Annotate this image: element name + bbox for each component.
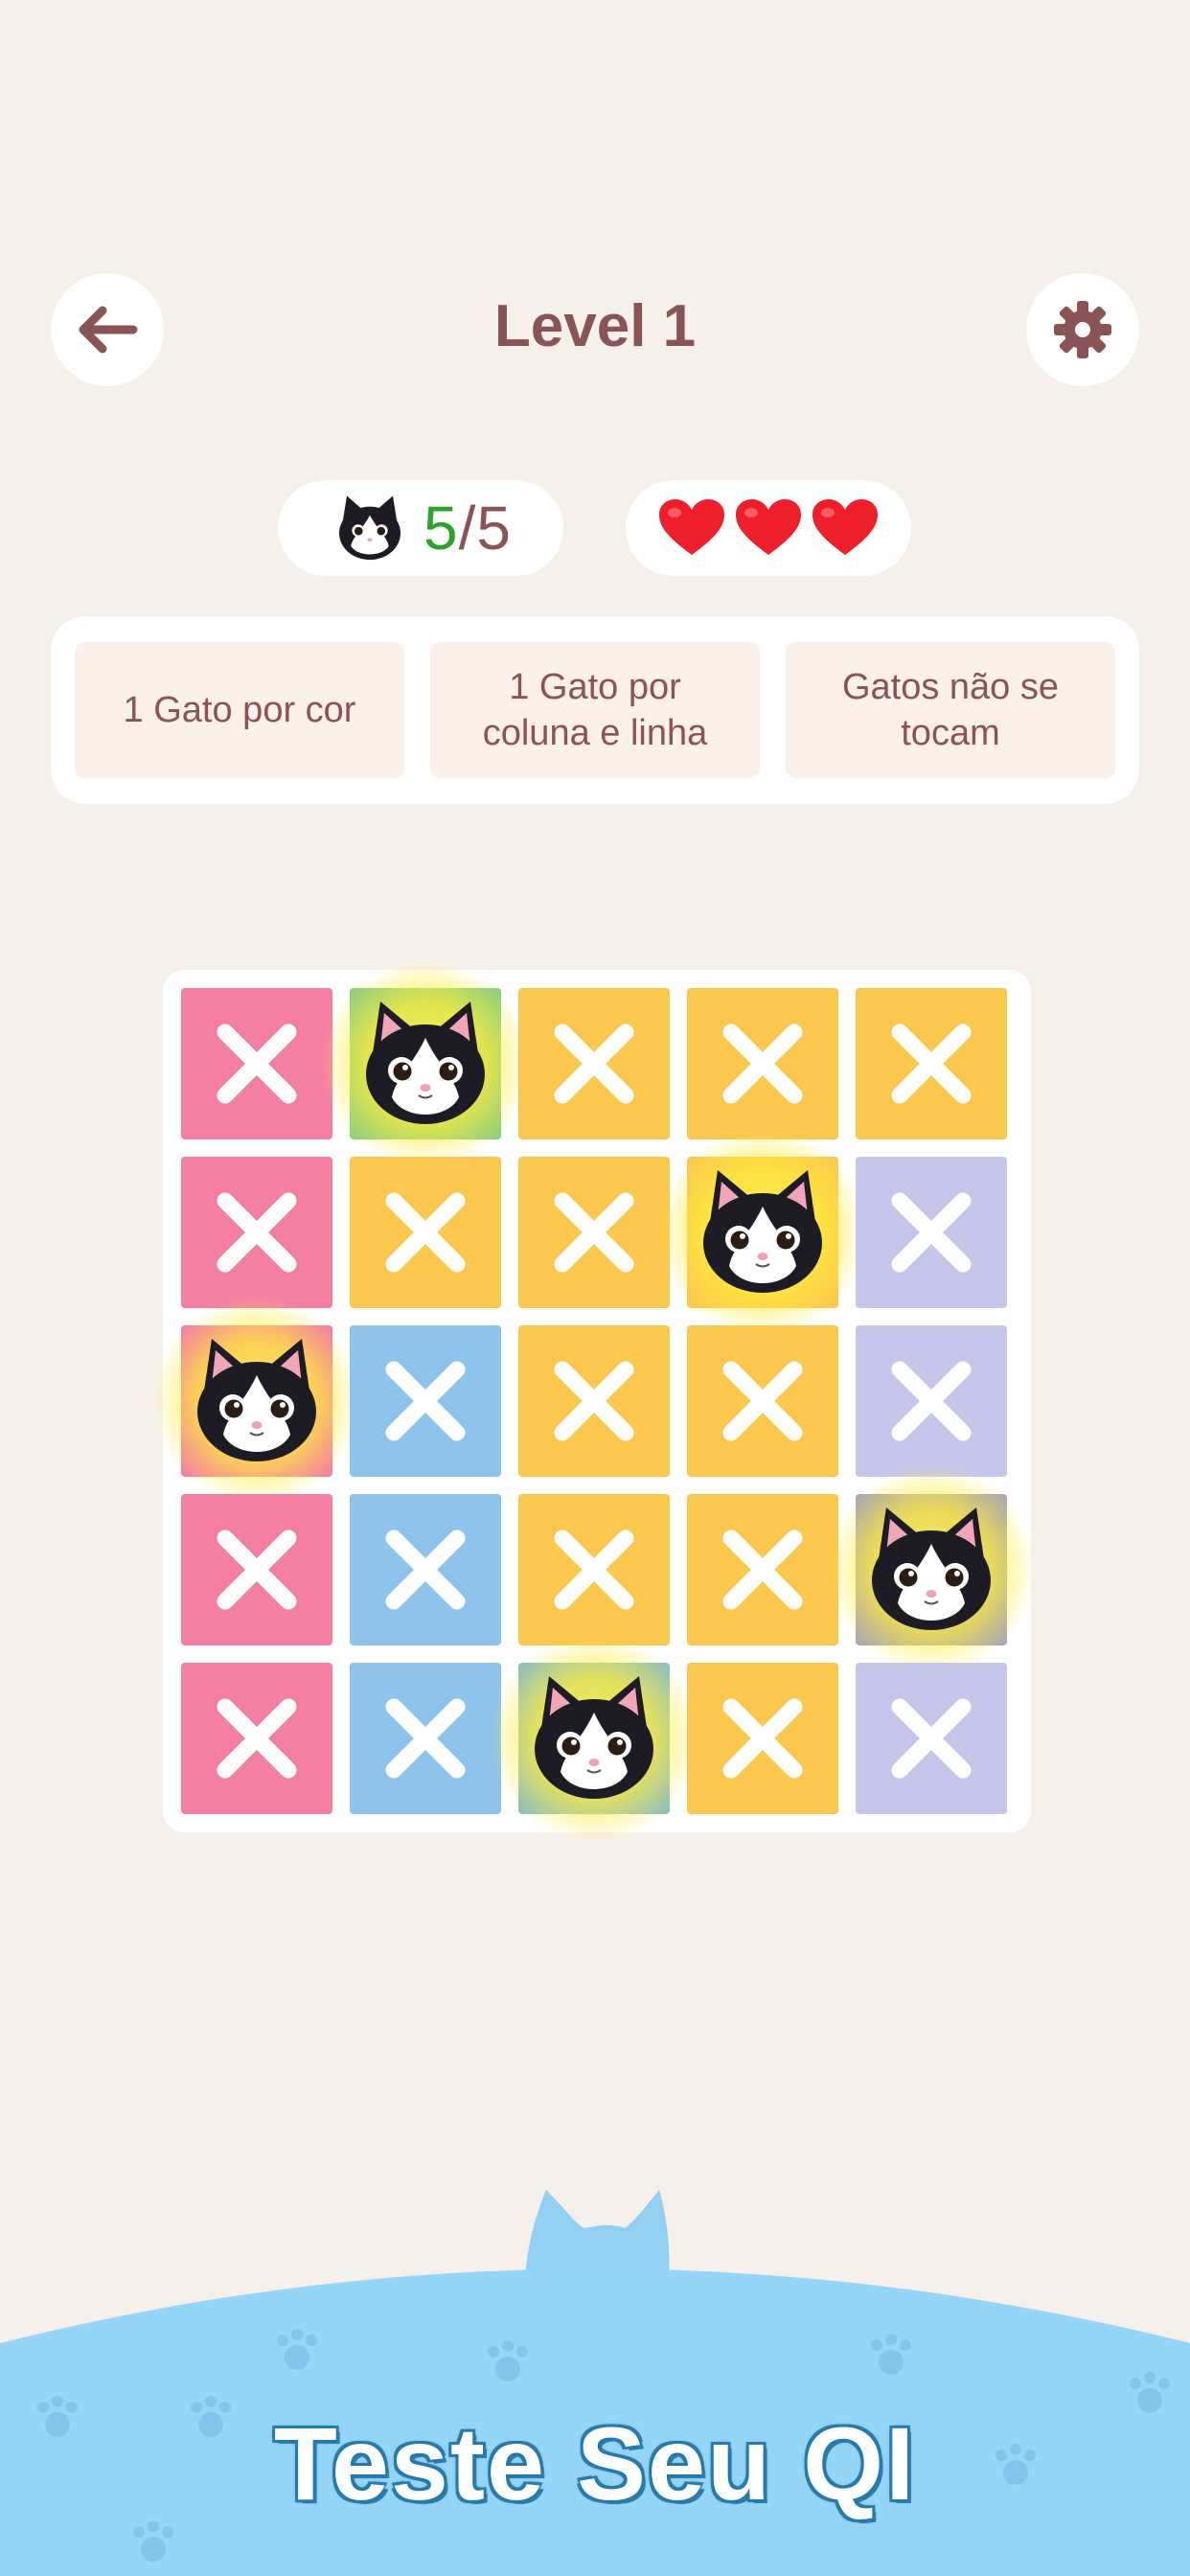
x-mark-icon bbox=[385, 1698, 466, 1779]
cat-counter: 5/5 bbox=[278, 480, 563, 576]
board-cell-x[interactable] bbox=[687, 1325, 838, 1477]
cat-piece bbox=[354, 992, 497, 1136]
x-mark-icon bbox=[554, 1024, 634, 1104]
board-cell-x[interactable] bbox=[518, 988, 670, 1139]
heart-icon bbox=[659, 499, 724, 555]
board-cell-x[interactable] bbox=[350, 1325, 501, 1477]
cat-head-icon bbox=[339, 495, 401, 561]
cats-total-count: 5 bbox=[476, 494, 512, 563]
rule-one-cat-per-color: 1 Gato por cor bbox=[75, 642, 404, 778]
cat-head-icon bbox=[197, 1339, 316, 1461]
x-mark-icon bbox=[891, 1698, 972, 1779]
cat-head-icon bbox=[535, 1676, 653, 1799]
board-cell-x[interactable] bbox=[687, 988, 838, 1139]
x-mark-icon bbox=[385, 1192, 466, 1273]
x-mark-icon bbox=[217, 1530, 297, 1610]
board-cell-x[interactable] bbox=[350, 1494, 501, 1645]
rule-label: 1 Gato por coluna e linha bbox=[482, 667, 708, 753]
banner-title: Teste Seu QI bbox=[273, 2405, 917, 2521]
x-mark-icon bbox=[554, 1530, 634, 1610]
game-board bbox=[151, 958, 1037, 1844]
board-cell-x[interactable] bbox=[181, 988, 332, 1139]
x-mark-icon bbox=[217, 1024, 297, 1104]
board-cell-x[interactable] bbox=[687, 1494, 838, 1645]
cat-piece bbox=[691, 1161, 835, 1304]
x-mark-icon bbox=[554, 1361, 634, 1441]
x-mark-icon bbox=[385, 1530, 466, 1610]
x-mark-icon bbox=[891, 1024, 972, 1104]
gear-icon bbox=[1054, 301, 1111, 358]
rule-label: Gatos não se tocam bbox=[841, 667, 1060, 753]
board-cell-cat[interactable] bbox=[489, 1633, 699, 1844]
cat-ears-silhouette bbox=[525, 2190, 670, 2281]
board-cell-x[interactable] bbox=[518, 1494, 670, 1645]
rule-cats-dont-touch: Gatos não se tocam bbox=[786, 642, 1115, 778]
cat-head-icon bbox=[872, 1507, 991, 1630]
board-cell-x[interactable] bbox=[856, 1663, 1007, 1814]
cat-piece bbox=[185, 1329, 329, 1473]
cat-piece bbox=[859, 1498, 1003, 1642]
lives-indicator bbox=[626, 480, 911, 576]
board-cell-x[interactable] bbox=[350, 1157, 501, 1308]
cats-found-count: 5 bbox=[423, 494, 459, 563]
board-cell-x[interactable] bbox=[856, 988, 1007, 1139]
x-mark-icon bbox=[891, 1192, 972, 1273]
x-mark-icon bbox=[217, 1698, 297, 1779]
board-cell-x[interactable] bbox=[181, 1663, 332, 1814]
cat-head-icon bbox=[703, 1170, 822, 1293]
counter-separator: / bbox=[458, 494, 477, 563]
board-cell-x[interactable] bbox=[518, 1325, 670, 1477]
board-cell-x[interactable] bbox=[181, 1157, 332, 1308]
x-mark-icon bbox=[722, 1530, 803, 1610]
board-cell-x[interactable] bbox=[181, 1494, 332, 1645]
x-mark-icon bbox=[891, 1361, 972, 1441]
x-mark-icon bbox=[722, 1698, 803, 1779]
cat-piece bbox=[522, 1667, 666, 1810]
settings-button[interactable] bbox=[1026, 273, 1139, 386]
x-mark-icon bbox=[554, 1192, 634, 1273]
board-cell-cat[interactable] bbox=[151, 1296, 362, 1506]
heart-icon bbox=[812, 499, 878, 555]
x-mark-icon bbox=[722, 1361, 803, 1441]
x-mark-icon bbox=[722, 1024, 803, 1104]
rule-one-cat-per-row-column: 1 Gato por coluna e linha bbox=[430, 642, 760, 778]
x-mark-icon bbox=[385, 1361, 466, 1441]
board-cell-x[interactable] bbox=[687, 1663, 838, 1814]
heart-icon bbox=[736, 499, 801, 555]
rules-panel: 1 Gato por cor 1 Gato por coluna e linha… bbox=[51, 616, 1139, 804]
board-cell-x[interactable] bbox=[856, 1325, 1007, 1477]
cat-head-icon bbox=[366, 1001, 485, 1124]
board-cell-x[interactable] bbox=[518, 1157, 670, 1308]
board-cell-x[interactable] bbox=[856, 1157, 1007, 1308]
board-cell-cat[interactable] bbox=[320, 958, 531, 1169]
board-cell-cat[interactable] bbox=[826, 1464, 1037, 1675]
board-cell-cat[interactable] bbox=[657, 1127, 868, 1338]
board-cell-x[interactable] bbox=[350, 1663, 501, 1814]
rule-label: 1 Gato por cor bbox=[123, 690, 356, 730]
x-mark-icon bbox=[217, 1192, 297, 1273]
level-title: Level 1 bbox=[493, 293, 697, 359]
